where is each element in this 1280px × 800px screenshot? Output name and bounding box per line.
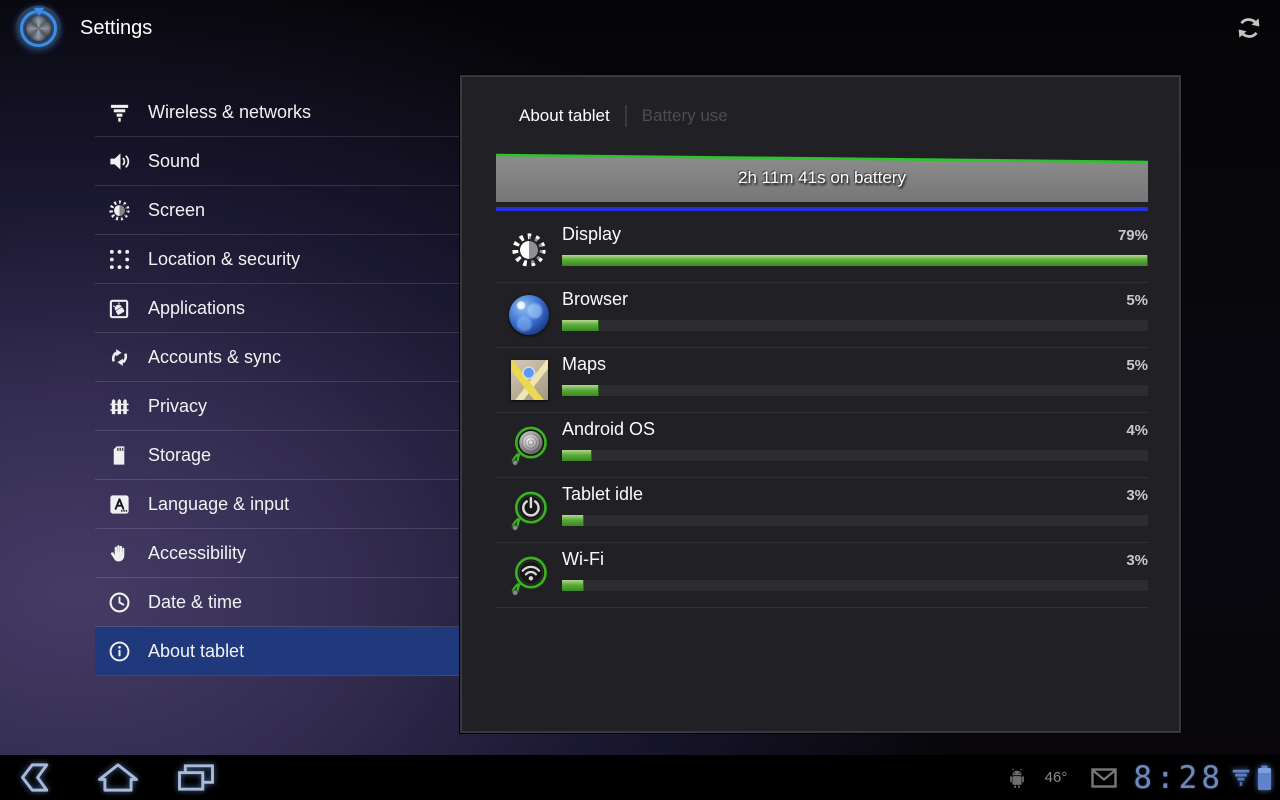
usage-percent: 3%: [1126, 552, 1148, 569]
settings-menu: Wireless & networks Sound Screen Locatio…: [95, 88, 460, 676]
battery-time-summary: 2h 11m 41s on battery: [496, 168, 1148, 188]
android-robot-icon: [1006, 766, 1028, 790]
sidebar-item-accounts-sync[interactable]: Accounts & sync: [95, 333, 460, 382]
usage-row-browser[interactable]: Browser 5%: [496, 283, 1148, 348]
page-title: Settings: [80, 0, 152, 57]
usage-row-android-os[interactable]: Android OS 4%: [496, 413, 1148, 478]
system-bar: 46° 8:28: [0, 755, 1280, 800]
battery-history-graph[interactable]: 2h 11m 41s on battery: [496, 150, 1148, 214]
sidebar-item-wireless-networks[interactable]: Wireless & networks: [95, 88, 460, 137]
battery-usage-list: Display 79% Browser 5% Maps 5%: [496, 218, 1148, 608]
sidebar-item-label: Applications: [148, 298, 245, 319]
usage-bar-fill: [562, 515, 584, 526]
sidebar-item-date-time[interactable]: Date & time: [95, 578, 460, 627]
signal-strength-icon: [1230, 767, 1252, 789]
usage-percent: 3%: [1126, 487, 1148, 504]
tab-about-tablet[interactable]: About tablet: [519, 106, 610, 126]
sidebar-item-label: Sound: [148, 151, 200, 172]
usage-bar-fill: [562, 255, 1148, 266]
sidebar-item-accessibility[interactable]: Accessibility: [95, 529, 460, 578]
usage-app-name: Maps: [562, 354, 606, 375]
tablet-idle-icon: [508, 489, 550, 531]
storage-icon: [108, 444, 131, 467]
usage-bar-track: [562, 450, 1148, 461]
usage-app-name: Display: [562, 224, 621, 245]
breadcrumb-divider: [625, 105, 627, 127]
sidebar-item-location-security[interactable]: Location & security: [95, 235, 460, 284]
display-icon: [508, 229, 550, 271]
sidebar-item-screen[interactable]: Screen: [95, 186, 460, 235]
usage-bar-fill: [562, 450, 592, 461]
usage-bar-track: [562, 580, 1148, 591]
screen-on-indicator-line: [496, 207, 1148, 211]
usage-row-tablet-idle[interactable]: Tablet idle 3%: [496, 478, 1148, 543]
sidebar-item-storage[interactable]: Storage: [95, 431, 460, 480]
usage-app-name: Browser: [562, 289, 628, 310]
action-bar: Settings: [0, 0, 1280, 57]
sidebar-item-label: Accessibility: [148, 543, 246, 564]
battery-status-icon: [1257, 765, 1272, 791]
usage-bar-track: [562, 320, 1148, 331]
usage-bar-fill: [562, 580, 584, 591]
usage-bar-track: [562, 385, 1148, 396]
screen-brightness-icon: [108, 199, 131, 222]
maps-icon: [508, 359, 550, 401]
privacy-icon: [108, 395, 131, 418]
sidebar-item-label: Location & security: [148, 249, 300, 270]
usage-percent: 4%: [1126, 422, 1148, 439]
usage-bar-fill: [562, 320, 599, 331]
battery-use-panel: About tablet Battery use 2h 11m 41s on b…: [460, 75, 1181, 733]
usage-app-name: Android OS: [562, 419, 655, 440]
breadcrumb: About tablet Battery use: [519, 105, 728, 127]
sidebar-item-label: Language & input: [148, 494, 289, 515]
tab-battery-use[interactable]: Battery use: [642, 106, 728, 126]
usage-row-wifi[interactable]: Wi-Fi 3%: [496, 543, 1148, 608]
android-os-icon: [508, 424, 550, 466]
applications-icon: [108, 297, 131, 320]
sidebar-item-about-tablet[interactable]: About tablet: [95, 627, 460, 676]
sidebar-item-privacy[interactable]: Privacy: [95, 382, 460, 431]
sidebar-item-language-input[interactable]: Language & input: [95, 480, 460, 529]
location-security-icon: [108, 248, 131, 271]
sidebar-item-label: Storage: [148, 445, 211, 466]
usage-percent: 5%: [1126, 357, 1148, 374]
usage-percent: 79%: [1118, 227, 1148, 244]
browser-icon: [508, 294, 550, 336]
usage-percent: 5%: [1126, 292, 1148, 309]
sidebar-item-label: Screen: [148, 200, 205, 221]
accessibility-icon: [108, 542, 131, 565]
home-button[interactable]: [94, 761, 142, 794]
about-tablet-icon: [108, 640, 131, 663]
refresh-icon[interactable]: [1234, 13, 1264, 43]
sidebar-item-label: Accounts & sync: [148, 347, 281, 368]
status-area[interactable]: 46° 8:28: [1006, 755, 1272, 800]
email-notification-icon: [1091, 768, 1117, 788]
usage-row-maps[interactable]: Maps 5%: [496, 348, 1148, 413]
settings-app-icon: [16, 6, 61, 51]
language-input-icon: [108, 493, 131, 516]
settings-app-icon-pointer: [34, 8, 44, 16]
usage-bar-track: [562, 255, 1148, 266]
sidebar-item-label: Privacy: [148, 396, 207, 417]
wifi-usage-icon: [508, 554, 550, 596]
sidebar-item-label: About tablet: [148, 641, 244, 662]
recent-apps-button[interactable]: [172, 761, 220, 794]
usage-app-name: Wi-Fi: [562, 549, 604, 570]
usage-row-display[interactable]: Display 79%: [496, 218, 1148, 283]
sound-icon: [108, 150, 131, 173]
temperature-text: 46°: [1045, 769, 1068, 786]
wireless-networks-icon: [108, 101, 131, 124]
date-time-icon: [108, 591, 131, 614]
usage-bar-fill: [562, 385, 599, 396]
back-button[interactable]: [16, 761, 64, 794]
sidebar-item-sound[interactable]: Sound: [95, 137, 460, 186]
sidebar-item-label: Date & time: [148, 592, 242, 613]
accounts-sync-icon: [108, 346, 131, 369]
usage-app-name: Tablet idle: [562, 484, 643, 505]
sidebar-item-applications[interactable]: Applications: [95, 284, 460, 333]
sidebar-item-label: Wireless & networks: [148, 102, 311, 123]
clock: 8:28: [1133, 760, 1224, 796]
usage-bar-track: [562, 515, 1148, 526]
